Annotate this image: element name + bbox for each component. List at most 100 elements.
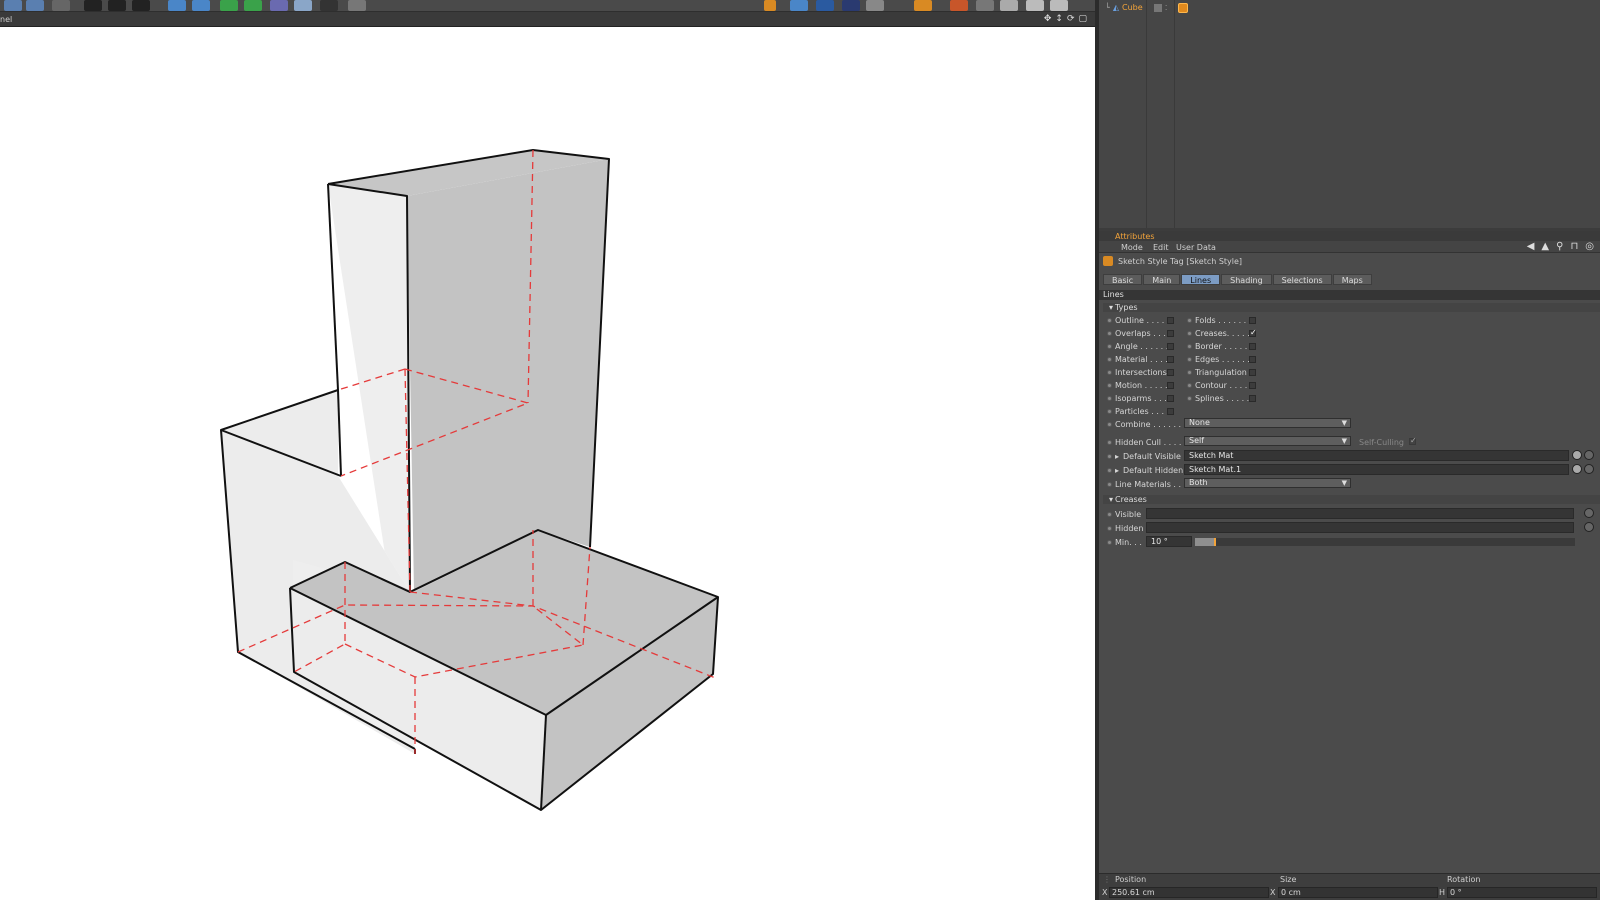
- expand-arrow-icon[interactable]: ▸: [1115, 452, 1119, 461]
- sculpt-icon[interactable]: [866, 0, 884, 11]
- combine-dropdown[interactable]: None ▼: [1184, 418, 1351, 428]
- border-checkbox[interactable]: [1249, 343, 1256, 350]
- animate-dot-icon[interactable]: [1107, 344, 1112, 349]
- tab-lines[interactable]: Lines: [1181, 274, 1221, 285]
- creases-min-slider[interactable]: [1195, 538, 1575, 546]
- cube-object-icon[interactable]: [168, 0, 186, 11]
- isoparms-checkbox[interactable]: [1167, 395, 1174, 402]
- animate-dot-icon[interactable]: [1187, 318, 1192, 323]
- new-panel-icon[interactable]: ◎: [1585, 241, 1594, 252]
- link-material-icon[interactable]: [1572, 450, 1582, 460]
- menu-edit[interactable]: Edit: [1153, 243, 1169, 252]
- search-icon[interactable]: ⚲: [1556, 241, 1563, 252]
- animate-dot-icon[interactable]: [1107, 357, 1112, 362]
- visibility-dots-icon[interactable]: ⁚: [1165, 4, 1167, 12]
- animate-dot-icon[interactable]: [1187, 370, 1192, 375]
- spline-icon[interactable]: [192, 0, 210, 11]
- animate-dot-icon[interactable]: [1107, 409, 1112, 414]
- link-arrow-icon[interactable]: [1584, 464, 1594, 474]
- animate-dot-icon[interactable]: [1107, 331, 1112, 336]
- panel-layout-icon[interactable]: [1026, 0, 1044, 11]
- zoom-view-icon[interactable]: ↕: [1055, 14, 1063, 24]
- render-settings-icon[interactable]: [132, 0, 150, 11]
- back-arrow-icon[interactable]: ◀: [1527, 241, 1535, 252]
- animate-dot-icon[interactable]: [1107, 370, 1112, 375]
- animate-dot-icon[interactable]: [1107, 526, 1112, 531]
- link-arrow-icon[interactable]: [1584, 522, 1594, 532]
- animate-dot-icon[interactable]: [1107, 512, 1112, 517]
- live-select-icon[interactable]: [52, 0, 70, 11]
- particles-checkbox[interactable]: [1167, 408, 1174, 415]
- object-row-cube[interactable]: └ ◭ Cube: [1105, 3, 1143, 12]
- up-arrow-icon[interactable]: ▲: [1541, 241, 1549, 252]
- paint-icon[interactable]: [950, 0, 968, 11]
- triangulation-checkbox[interactable]: [1249, 369, 1256, 376]
- creases-checkbox[interactable]: [1249, 328, 1257, 337]
- animate-dot-icon[interactable]: [1107, 383, 1112, 388]
- axis-icon[interactable]: [816, 0, 834, 11]
- animate-dot-icon[interactable]: [1107, 396, 1112, 401]
- edges-checkbox[interactable]: [1249, 356, 1256, 363]
- move-view-icon[interactable]: ✥: [1044, 14, 1052, 24]
- light-icon[interactable]: [348, 0, 366, 11]
- menu-mode[interactable]: Mode: [1121, 243, 1143, 252]
- materials-icon[interactable]: [914, 0, 932, 11]
- animate-dot-icon[interactable]: [1187, 357, 1192, 362]
- tab-main[interactable]: Main: [1143, 274, 1181, 285]
- tab-maps[interactable]: Maps: [1332, 274, 1372, 285]
- animate-dot-icon[interactable]: [1187, 331, 1192, 336]
- hidden-cull-dropdown[interactable]: Self ▼: [1184, 436, 1351, 446]
- render-view-icon[interactable]: [84, 0, 102, 11]
- animate-dot-icon[interactable]: [1107, 454, 1112, 459]
- snap-icon[interactable]: [764, 0, 776, 11]
- creases-min-slider-handle[interactable]: [1214, 538, 1216, 546]
- size-x-field[interactable]: 0 cm: [1278, 887, 1438, 898]
- animate-dot-icon[interactable]: [1187, 344, 1192, 349]
- expand-arrow-icon[interactable]: ▸: [1115, 466, 1119, 475]
- maximize-view-icon[interactable]: ▢: [1078, 14, 1087, 24]
- default-hidden-field[interactable]: Sketch Mat.1: [1184, 464, 1569, 475]
- animate-dot-icon[interactable]: [1187, 396, 1192, 401]
- scene-icon[interactable]: [270, 0, 288, 11]
- animate-dot-icon[interactable]: [1107, 422, 1112, 427]
- generator-icon[interactable]: [220, 0, 238, 11]
- menu-icon[interactable]: [1050, 0, 1068, 11]
- lock-icon[interactable]: ⊓: [1570, 241, 1578, 252]
- angle-checkbox[interactable]: [1167, 343, 1174, 350]
- creases-hidden-field[interactable]: [1146, 522, 1574, 533]
- position-x-field[interactable]: 250.61 cm: [1109, 887, 1269, 898]
- splines-checkbox[interactable]: [1249, 395, 1256, 402]
- motion-checkbox[interactable]: [1167, 382, 1174, 389]
- tab-shading[interactable]: Shading: [1221, 274, 1272, 285]
- workplane-icon[interactable]: [790, 0, 808, 11]
- creases-group-header[interactable]: ▾ Creases: [1103, 495, 1600, 504]
- overlaps-checkbox[interactable]: [1167, 330, 1174, 337]
- creases-visible-field[interactable]: [1146, 508, 1574, 519]
- object-name[interactable]: Cube: [1122, 3, 1143, 12]
- panel-icon[interactable]: [1000, 0, 1018, 11]
- deformer-icon[interactable]: [244, 0, 262, 11]
- sketch-style-tag-icon[interactable]: [1178, 3, 1188, 13]
- viewport-menu-label[interactable]: nel: [0, 15, 12, 24]
- types-group-header[interactable]: ▾ Types: [1103, 303, 1600, 312]
- animate-dot-icon[interactable]: [1107, 318, 1112, 323]
- link-arrow-icon[interactable]: [1584, 450, 1594, 460]
- material-checkbox[interactable]: [1167, 356, 1174, 363]
- script-icon[interactable]: [976, 0, 994, 11]
- render-picture-icon[interactable]: [108, 0, 126, 11]
- 3d-viewport[interactable]: [0, 27, 1095, 900]
- tab-selections[interactable]: Selections: [1272, 274, 1332, 285]
- undo-icon[interactable]: [4, 0, 22, 11]
- intersections-checkbox[interactable]: [1167, 369, 1174, 376]
- animate-dot-icon[interactable]: [1107, 468, 1112, 473]
- menu-user-data[interactable]: User Data: [1176, 243, 1216, 252]
- link-arrow-icon[interactable]: [1584, 508, 1594, 518]
- folds-checkbox[interactable]: [1249, 317, 1256, 324]
- contour-checkbox[interactable]: [1249, 382, 1256, 389]
- link-material-icon[interactable]: [1572, 464, 1582, 474]
- animate-dot-icon[interactable]: [1107, 482, 1112, 487]
- tab-basic[interactable]: Basic: [1103, 274, 1143, 285]
- animate-dot-icon[interactable]: [1107, 440, 1112, 445]
- animate-dot-icon[interactable]: [1187, 383, 1192, 388]
- default-visible-field[interactable]: Sketch Mat: [1184, 450, 1569, 461]
